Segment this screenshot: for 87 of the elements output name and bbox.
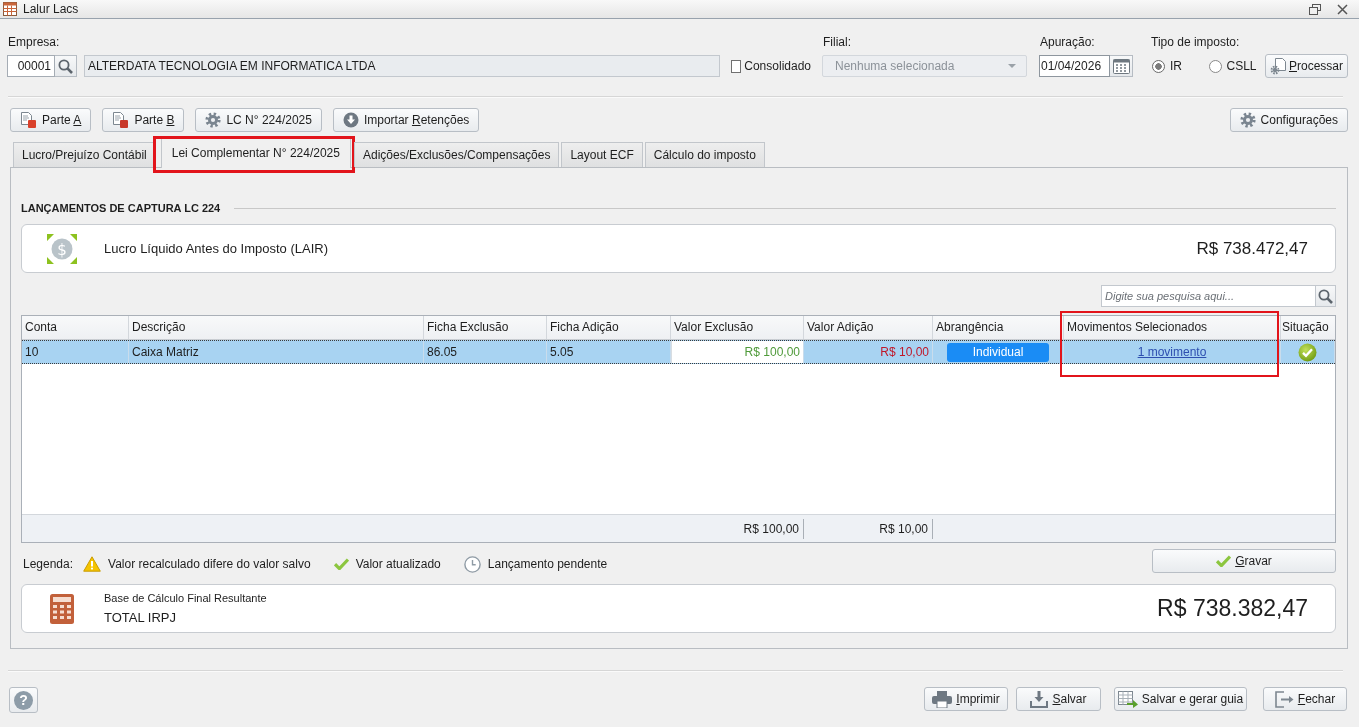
date-field[interactable]: 01/04/2026 <box>1039 55 1110 77</box>
legend-text: Valor atualizado <box>355 557 441 571</box>
column-header: Descrição <box>129 316 424 339</box>
toolbar-button[interactable]: LC N° 224/2025 <box>195 108 322 132</box>
tab[interactable]: Cálculo do imposto <box>644 142 765 167</box>
process-button[interactable]: Processar <box>1265 54 1348 78</box>
table-cell: R$ 100,00 <box>671 341 804 363</box>
caret-icon <box>1008 64 1016 68</box>
search-field[interactable]: Digite sua pesquisa aqui... <box>1101 285 1316 307</box>
spreadsheet-arrow-icon <box>1117 690 1138 708</box>
tab[interactable]: Layout ECF <box>561 142 643 167</box>
spreadsheet-icon <box>2 1 18 17</box>
exit-icon <box>1274 690 1294 708</box>
column-header: Valor Exclusão <box>671 316 804 339</box>
legend-label: Legenda: <box>23 557 74 571</box>
download-circle-icon <box>342 112 359 128</box>
total-cell: R$ 10,00 <box>879 518 933 539</box>
footer-button[interactable]: Fechar <box>1263 687 1347 711</box>
table-cell: 10 <box>22 341 129 363</box>
radio-button[interactable] <box>1208 59 1222 73</box>
footer-button[interactable]: Salvar <box>1016 687 1101 711</box>
field-label: Apuração: <box>1040 36 1095 49</box>
document-icon <box>112 112 130 128</box>
total-cell: R$ 100,00 <box>743 518 804 539</box>
column-header: Abrangência <box>933 316 1064 339</box>
close-icon <box>1337 3 1348 15</box>
movement-link[interactable]: 1 movimento <box>1137 341 1207 363</box>
footer-button[interactable]: Salvar e gerar guia <box>1114 687 1247 711</box>
column-header: Valor Adição <box>804 316 933 339</box>
gear-icon <box>205 112 222 128</box>
legend-text: Lançamento pendente <box>487 557 608 571</box>
company-name-field[interactable]: ALTERDATA TECNOLOGIA EM INFORMATICA LTDA <box>84 55 720 77</box>
summary-label: Lucro Líquido Antes do Imposto (LAIR) <box>104 241 328 256</box>
column-header: Situação <box>1281 319 1330 336</box>
window-title: Lalur Lacs <box>23 2 79 16</box>
footer-button[interactable]: Imprimir <box>924 687 1008 711</box>
table-cell: R$ 10,00 <box>804 341 933 363</box>
column-header: Conta <box>22 316 129 339</box>
column-header: Ficha Adição <box>547 316 671 339</box>
check-circle-icon <box>1298 342 1317 362</box>
total-title: Base de Cálculo Final Resultante <box>104 592 267 604</box>
checkbox-label: Consolidado <box>744 59 811 73</box>
toolbar-button[interactable]: Importar Retenções <box>332 108 480 132</box>
radio-label: IR <box>1170 59 1182 73</box>
printer-icon <box>932 690 953 708</box>
total-value: R$ 738.382,47 <box>1157 595 1308 622</box>
check-icon <box>333 558 349 570</box>
save-record-button[interactable]: Gravar <box>1152 549 1336 573</box>
field-label: Empresa: <box>8 36 60 49</box>
toolbar-button[interactable]: Parte A <box>10 108 92 132</box>
tab[interactable]: Adições/Exclusões/Compensações <box>353 142 560 167</box>
radio-label: CSLL <box>1226 59 1257 73</box>
download-tray-icon <box>1030 690 1049 708</box>
toolbar-button[interactable]: Configurações <box>1229 108 1348 132</box>
radio-button[interactable] <box>1152 59 1165 73</box>
summary-value: R$ 738.472,47 <box>1196 238 1308 259</box>
search-button[interactable] <box>55 55 77 77</box>
dollar-coin-icon: $ <box>47 233 77 264</box>
checkbox[interactable] <box>731 59 742 73</box>
legend-text: Valor recalculado difere do valor salvo <box>108 557 311 571</box>
section-title: LANÇAMENTOS DE CAPTURA LC 224 <box>21 202 221 214</box>
help-icon: ? <box>14 690 33 710</box>
tab[interactable]: Lucro/Prejuízo Contábil <box>13 142 156 167</box>
gear-icon <box>1239 112 1256 128</box>
field-label: Tipo de imposto: <box>1151 36 1240 49</box>
total-label: TOTAL IRPJ <box>104 610 176 625</box>
search-icon <box>1318 288 1333 304</box>
table-cell: 86.05 <box>424 341 547 363</box>
field-label: Filial: <box>823 36 851 49</box>
close-button[interactable] <box>1337 3 1348 15</box>
calendar-button[interactable] <box>1110 55 1133 77</box>
warning-icon <box>83 556 102 572</box>
column-header: Ficha Exclusão <box>424 316 547 339</box>
restore-button[interactable] <box>1309 3 1321 15</box>
check-icon <box>1216 555 1232 567</box>
document-gear-icon <box>1270 57 1286 75</box>
table-row[interactable]: 10 Caixa Matriz 86.05 5.05 R$ 100,00 R$ 10,00 Individual 1 movimento <box>22 340 1335 364</box>
company-code-field[interactable]: 00001 <box>7 55 55 77</box>
toolbar-button[interactable]: Parte B <box>102 108 185 132</box>
table-cell: Caixa Matriz <box>129 341 424 363</box>
search-button[interactable] <box>1316 285 1336 307</box>
document-icon <box>20 112 37 128</box>
calculator-icon <box>50 593 74 624</box>
calendar-icon <box>1112 58 1130 74</box>
search-icon <box>58 58 73 74</box>
clock-icon <box>463 555 481 573</box>
restore-icon <box>1309 3 1321 15</box>
